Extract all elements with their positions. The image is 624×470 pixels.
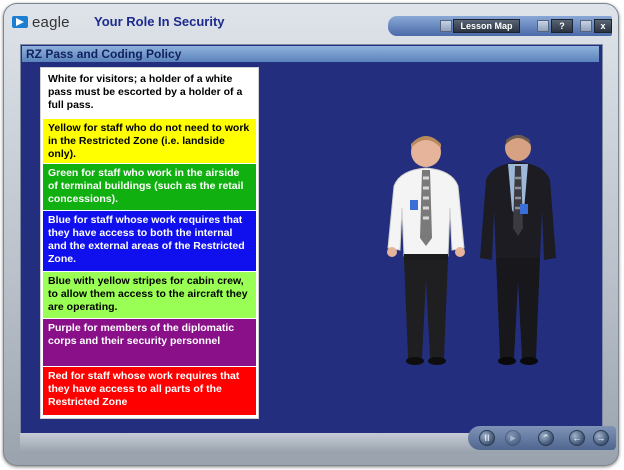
pass-color-list: White for visitors; a holder of a white … (40, 67, 259, 419)
section-title: RZ Pass and Coding Policy (22, 46, 599, 62)
staff-member-dark-suit (480, 135, 556, 365)
window-icon (580, 20, 592, 32)
minimize-icon[interactable] (537, 20, 549, 32)
home-icon[interactable]: ⌃ (538, 430, 554, 446)
pass-item-red: Red for staff whose work requires that t… (43, 367, 256, 415)
eagle-logo: eagle (12, 13, 70, 31)
close-button[interactable]: x (594, 19, 612, 33)
pass-item-blue-yellow: Blue with yellow stripes for cabin crew,… (43, 272, 256, 318)
help-button[interactable]: ? (551, 19, 573, 33)
staff-member-white-shirt (387, 136, 465, 365)
play-icon[interactable]: ► (505, 430, 521, 446)
lesson-map-icon (440, 20, 452, 32)
eagle-logo-icon (12, 16, 28, 28)
forward-icon[interactable]: → (593, 430, 609, 446)
pass-item-blue: Blue for staff whose work requires that … (43, 211, 256, 271)
pass-item-green: Green for staff who work in the airside … (43, 164, 256, 210)
pass-item-purple: Purple for members of the diplomatic cor… (43, 319, 256, 366)
lesson-map-button[interactable]: Lesson Map (453, 19, 520, 33)
security-staff-image (387, 135, 556, 365)
pause-icon[interactable]: II (479, 430, 495, 446)
logo-text: eagle (32, 13, 70, 31)
pass-item-white: White for visitors; a holder of a white … (43, 70, 256, 118)
pass-item-yellow: Yellow for staff who do not need to work… (43, 119, 256, 163)
app-title: Your Role In Security (94, 14, 225, 29)
back-icon[interactable]: ← (569, 430, 585, 446)
